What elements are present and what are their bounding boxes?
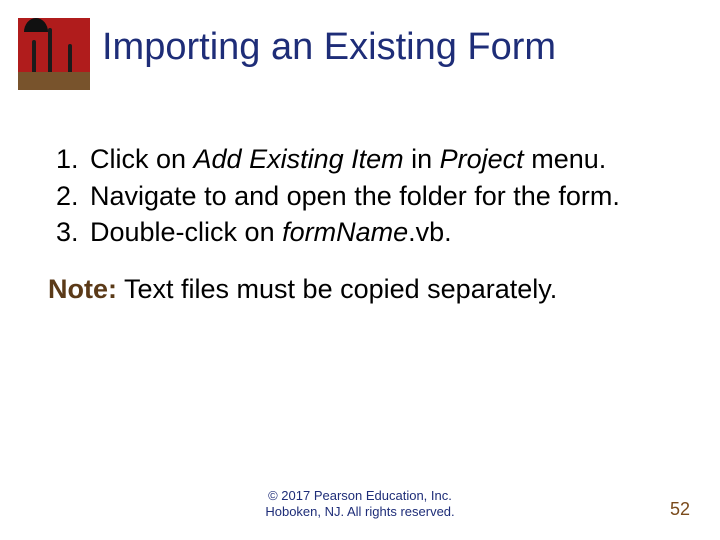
copyright-footer: © 2017 Pearson Education, Inc. Hoboken, … bbox=[0, 488, 720, 521]
step-item: Navigate to and open the folder for the … bbox=[86, 179, 672, 214]
note-label: Note: bbox=[48, 274, 117, 304]
step-text-italic: Project bbox=[440, 144, 524, 174]
step-text: Double-click on bbox=[90, 217, 282, 247]
step-text-italic: Add Existing Item bbox=[194, 144, 404, 174]
step-text: menu. bbox=[524, 144, 607, 174]
note-line: Note: Text files must be copied separate… bbox=[48, 272, 672, 307]
steps-list: Click on Add Existing Item in Project me… bbox=[48, 142, 672, 250]
slide: Importing an Existing Form Click on Add … bbox=[0, 0, 720, 540]
publisher-logo bbox=[18, 18, 90, 90]
logo-tree bbox=[68, 44, 72, 72]
step-text: Navigate to and open the folder for the … bbox=[90, 181, 620, 211]
slide-title: Importing an Existing Form bbox=[102, 28, 692, 68]
umbrella-icon bbox=[24, 18, 48, 32]
footer-line: Hoboken, NJ. All rights reserved. bbox=[0, 504, 720, 520]
step-text: Click on bbox=[90, 144, 194, 174]
step-text: in bbox=[404, 144, 440, 174]
step-text-italic: formName bbox=[282, 217, 408, 247]
step-text: .vb. bbox=[408, 217, 452, 247]
logo-ground bbox=[18, 72, 90, 90]
step-item: Click on Add Existing Item in Project me… bbox=[86, 142, 672, 177]
footer-line: © 2017 Pearson Education, Inc. bbox=[0, 488, 720, 504]
page-number: 52 bbox=[670, 499, 690, 520]
step-item: Double-click on formName.vb. bbox=[86, 215, 672, 250]
logo-tree bbox=[48, 28, 52, 72]
logo-tree bbox=[32, 40, 36, 72]
note-text: Text files must be copied separately. bbox=[117, 274, 557, 304]
slide-body: Click on Add Existing Item in Project me… bbox=[48, 142, 672, 306]
